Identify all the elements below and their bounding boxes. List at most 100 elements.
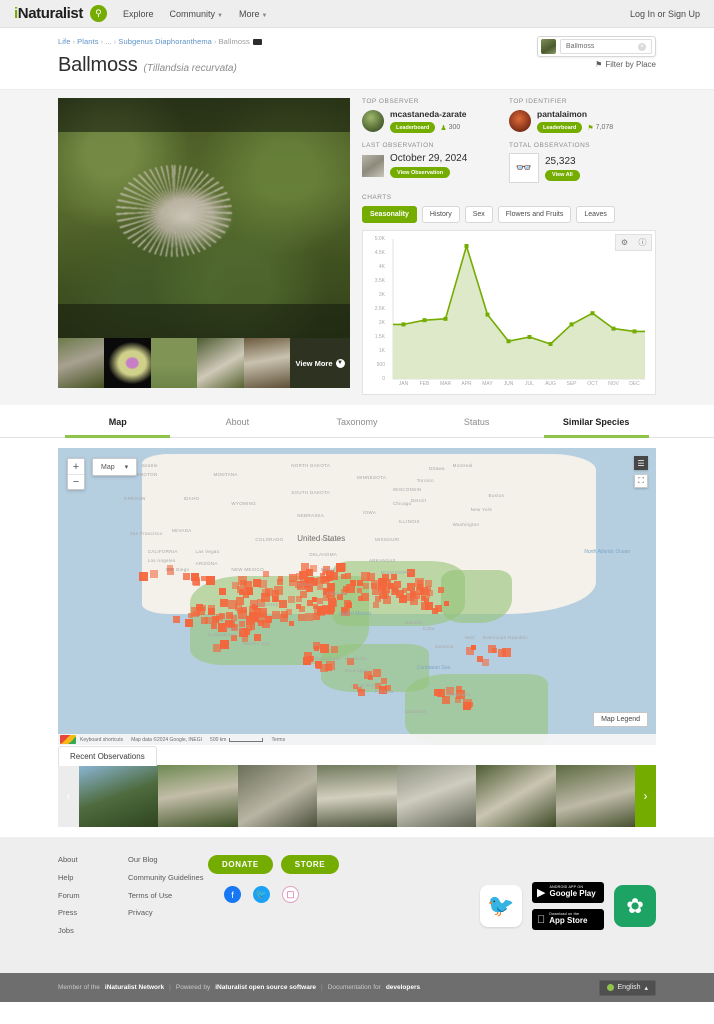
developers-link[interactable]: developers	[386, 984, 420, 991]
map-observation-cell	[298, 606, 305, 613]
breadcrumb-separator: ›	[113, 37, 117, 46]
keyboard-shortcuts-link[interactable]: Keyboard shortcuts	[80, 737, 123, 743]
search-box[interactable]: ×	[537, 36, 656, 57]
donate-button[interactable]: DONATE	[208, 855, 273, 874]
observation-thumbnail[interactable]	[476, 765, 556, 827]
footer-link-about[interactable]: About	[58, 855, 128, 865]
tab-recent-observations[interactable]: Recent Observations	[58, 746, 157, 766]
top-observer-leaderboard-button[interactable]: Leaderboard	[390, 122, 436, 133]
tab-about[interactable]: About	[178, 405, 298, 437]
chart-tab-leaves[interactable]: Leaves	[576, 206, 615, 223]
carousel-next-button[interactable]: ›	[634, 765, 656, 827]
fullscreen-icon[interactable]: ⛶	[634, 474, 648, 488]
help-icon[interactable]: ⓘ	[634, 235, 651, 250]
app-store-button[interactable]:  Download on the App Store	[532, 909, 604, 930]
twitter-icon[interactable]: 🐦	[253, 886, 270, 903]
map-type-selector[interactable]: Map ▾	[92, 458, 138, 476]
login-signup-link[interactable]: Log In or Sign Up	[630, 9, 700, 19]
photo-thumbnail[interactable]	[243, 338, 291, 388]
language-selector[interactable]: English ▴	[598, 979, 656, 996]
footer-link-jobs[interactable]: Jobs	[58, 926, 128, 936]
instagram-icon[interactable]: ▢	[282, 886, 299, 903]
nav-item-explore[interactable]: Explore	[119, 3, 157, 31]
tab-similar-species[interactable]: Similar Species	[536, 405, 656, 438]
chart-tab-flowers-and-fruits[interactable]: Flowers and Fruits	[497, 206, 572, 223]
map-observation-cell	[362, 583, 369, 590]
breadcrumb-item-subgenus[interactable]: Subgenus Diaphoranthema	[118, 37, 212, 46]
search-icon[interactable]: ⚲	[89, 5, 107, 22]
photo-thumbnail[interactable]	[104, 338, 151, 388]
nav-item-more[interactable]: More ▼	[239, 3, 267, 25]
breadcrumb-item-plants[interactable]: Plants	[77, 37, 98, 46]
view-all-observations-button[interactable]: View All	[545, 169, 580, 181]
avatar[interactable]	[509, 110, 531, 132]
page-header: Life › Plants ›... › Subgenus Diaphoranthema ›…	[0, 28, 714, 89]
last-observation-thumbnail[interactable]	[362, 154, 384, 177]
map-place-label: ARIZONA	[195, 560, 218, 566]
map-scale-bar: 500 km	[210, 737, 264, 743]
map-terms-link[interactable]: Terms	[271, 737, 285, 743]
open-source-software-link[interactable]: iNaturalist open source software	[215, 984, 316, 991]
photo-thumbnail[interactable]	[150, 338, 198, 388]
map-observation-cell	[331, 645, 339, 653]
gear-icon[interactable]: ⚙	[616, 235, 633, 250]
map-observation-cell	[319, 573, 325, 579]
observation-thumbnail[interactable]	[79, 765, 159, 827]
chart-tab-sex[interactable]: Sex	[464, 206, 493, 223]
map-place-label: OREGON	[123, 495, 146, 501]
map-legend-button[interactable]: Map Legend	[593, 712, 648, 727]
search-taxon-thumbnail	[541, 39, 556, 54]
tab-map[interactable]: Map	[58, 405, 178, 438]
store-button[interactable]: STORE	[280, 855, 340, 874]
footer-link-press[interactable]: Press	[58, 908, 128, 918]
footer-link-help[interactable]: Help	[58, 873, 128, 883]
facebook-icon[interactable]: f	[224, 886, 241, 903]
chart-x-tick-label: JUN	[503, 381, 514, 387]
map-zoom-in-button[interactable]: +	[68, 459, 84, 474]
map-zoom-out-button[interactable]: −	[68, 474, 84, 489]
footer-link-forum[interactable]: Forum	[58, 891, 128, 901]
view-more-photos-button[interactable]: View More ▼	[290, 338, 351, 388]
map-observation-cell	[382, 595, 391, 604]
avatar[interactable]	[362, 110, 384, 132]
layers-icon[interactable]: ☰	[634, 456, 648, 470]
breadcrumb-item-ellipsis[interactable]: ...	[105, 37, 112, 46]
clear-search-icon[interactable]: ×	[638, 42, 646, 51]
google-logo	[60, 735, 76, 744]
binoculars-icon: 👓	[509, 153, 539, 183]
top-observer-username[interactable]: mcastaneda-zarate	[390, 109, 467, 119]
breadcrumb-item-life[interactable]: Life	[58, 37, 71, 46]
observation-thumbnail[interactable]	[237, 765, 318, 827]
chart-tab-seasonality[interactable]: Seasonality	[362, 206, 417, 223]
map-observation-cell	[305, 612, 314, 621]
photo-thumbnail[interactable]	[197, 338, 244, 388]
map-place-label: SOUTH DAKOTA	[291, 489, 330, 495]
filter-by-place-button[interactable]: ⚑ Filter by Place	[595, 60, 656, 69]
footer-link-our-blog[interactable]: Our Blog	[128, 855, 208, 865]
top-identifier-username[interactable]: pantalaimon	[537, 109, 613, 119]
seek-leaf-icon[interactable]: ✿	[614, 885, 656, 927]
nav-item-community[interactable]: Community ▼	[169, 3, 222, 25]
carousel-prev-button[interactable]: ‹	[58, 765, 79, 827]
observation-thumbnail[interactable]	[158, 765, 238, 827]
chart-tab-history[interactable]: History	[421, 206, 460, 223]
tab-status[interactable]: Status	[417, 405, 537, 437]
observation-thumbnail[interactable]	[396, 765, 477, 827]
observation-map[interactable]: United States Seattle WASHINGTON MONTANA NOR…	[58, 448, 656, 745]
view-observation-button[interactable]: View Observation	[390, 167, 451, 178]
main-species-photo[interactable]	[58, 98, 350, 338]
footer-link-terms-of-use[interactable]: Terms of Use	[128, 891, 208, 901]
observation-thumbnail[interactable]	[555, 765, 635, 827]
photo-thumbnail[interactable]	[58, 338, 105, 388]
inaturalist-logo[interactable]: iNaturalist	[14, 5, 83, 22]
inaturalist-bird-icon[interactable]: 🐦	[480, 885, 522, 927]
footer-link-community-guidelines[interactable]: Community Guidelines	[128, 873, 208, 883]
chart-tabs: Seasonality History Sex Flowers and Frui…	[362, 206, 656, 223]
observation-thumbnail[interactable]	[317, 765, 397, 827]
footer-link-privacy[interactable]: Privacy	[128, 908, 208, 918]
inaturalist-network-link[interactable]: iNaturalist Network	[105, 984, 164, 991]
tab-taxonomy[interactable]: Taxonomy	[297, 405, 417, 437]
google-play-button[interactable]: ▶ ANDROID APP ON Google Play	[532, 882, 604, 903]
top-identifier-leaderboard-button[interactable]: Leaderboard	[537, 122, 583, 133]
chart-x-tick-label: JUL	[525, 381, 534, 387]
